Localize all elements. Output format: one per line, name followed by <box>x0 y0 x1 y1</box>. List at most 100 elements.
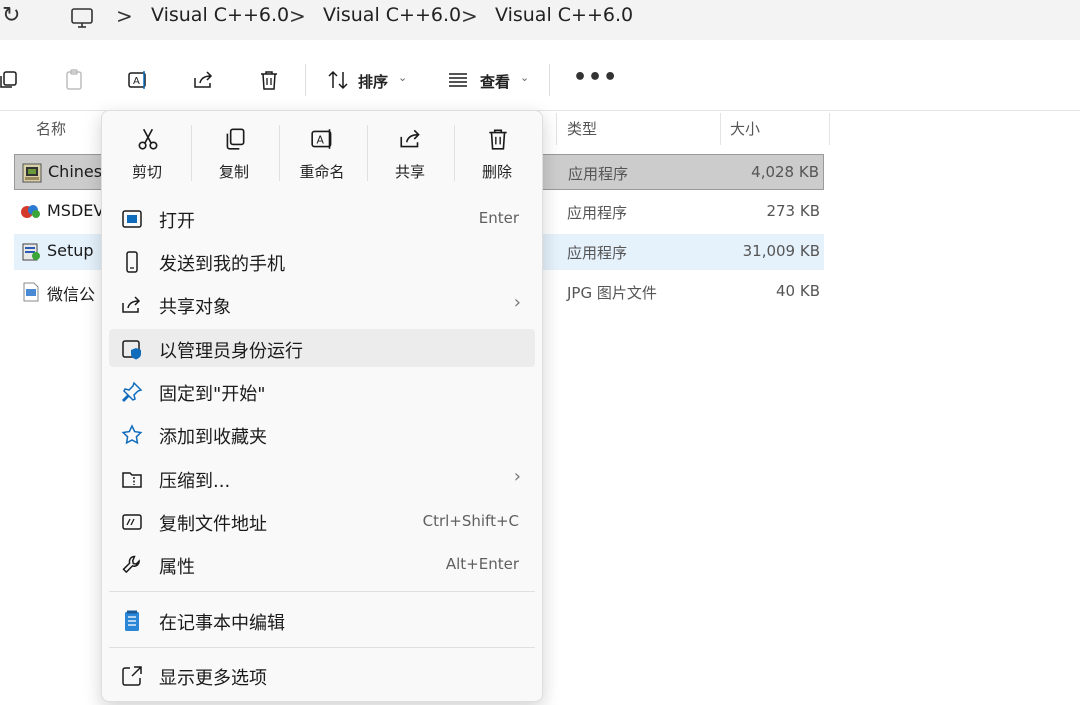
paste-icon[interactable] <box>62 68 86 92</box>
share-button[interactable]: 共享 <box>368 118 452 188</box>
menu-item-add-to-favorites[interactable]: 添加到收藏夹 <box>109 415 535 453</box>
open-icon <box>122 210 142 228</box>
menu-item-send-to-phone[interactable]: 发送到我的手机 <box>109 242 535 280</box>
menu-item-label: 复制文件地址 <box>159 514 267 535</box>
copy-path-icon <box>122 514 142 530</box>
setup-icon <box>22 243 40 261</box>
shortcut-text: Alt+Enter <box>445 555 519 573</box>
chevron-down-icon[interactable]: ⌄ <box>398 71 407 84</box>
column-header-name[interactable]: 名称 <box>36 118 66 139</box>
menu-item-properties[interactable]: 属性 Alt+Enter <box>109 545 535 583</box>
share-icon <box>400 129 420 148</box>
menu-item-label: 压缩到... <box>159 471 231 492</box>
file-type: 应用程序 <box>568 165 629 183</box>
menu-item-run-as-admin[interactable]: 以管理员身份运行 <box>109 329 535 367</box>
context-menu: 剪切 复制 A 重命名 共享 删除 打开 Enter 发送到我的手机 共享对象 … <box>101 110 543 702</box>
msdev-icon <box>21 205 40 218</box>
file-type: JPG 图片文件 <box>567 284 657 302</box>
file-name: Setup <box>47 241 94 260</box>
column-header-size[interactable]: 大小 <box>730 118 760 139</box>
zip-folder-icon <box>122 472 142 488</box>
admin-shield-icon <box>122 340 141 360</box>
file-size: 40 KB <box>776 282 820 300</box>
image-file-icon <box>23 282 39 302</box>
rename-icon[interactable]: A <box>127 68 151 92</box>
cut-label: 剪切 <box>131 163 162 181</box>
breadcrumb-chevron-icon[interactable]: > <box>116 4 133 28</box>
sort-button[interactable]: 排序 <box>358 71 388 92</box>
file-name: 微信公 <box>47 285 96 304</box>
shortcut-text: Enter <box>478 209 519 227</box>
chevron-right-icon: › <box>513 466 521 487</box>
menu-item-show-more-options[interactable]: 显示更多选项 <box>109 656 535 694</box>
svg-text:A: A <box>133 76 140 87</box>
menu-divider <box>109 647 535 648</box>
wrench-icon <box>122 555 140 574</box>
menu-item-label: 添加到收藏夹 <box>159 427 267 448</box>
menu-item-label: 共享对象 <box>159 297 231 318</box>
menu-item-label: 以管理员身份运行 <box>159 341 303 362</box>
refresh-icon[interactable]: ↻ <box>2 3 20 28</box>
column-divider[interactable] <box>556 113 557 145</box>
more-button[interactable]: ••• <box>573 65 618 90</box>
toolbar-divider <box>549 64 550 96</box>
breadcrumb-chevron-icon[interactable]: > <box>289 4 306 28</box>
delete-label: 删除 <box>481 163 512 181</box>
column-divider[interactable] <box>720 113 721 145</box>
star-icon <box>121 424 143 445</box>
cut-button[interactable]: 剪切 <box>105 118 189 188</box>
view-icon[interactable] <box>446 68 470 92</box>
column-header-type[interactable]: 类型 <box>567 118 597 139</box>
breadcrumb-item[interactable]: Visual C++6.0 <box>323 4 461 26</box>
chevron-down-icon[interactable]: ⌄ <box>520 71 529 84</box>
menu-item-label: 发送到我的手机 <box>159 254 285 275</box>
cut-icon <box>138 128 158 150</box>
menu-item-label: 打开 <box>159 211 195 232</box>
phone-icon <box>126 251 138 273</box>
breadcrumb-item[interactable]: Visual C++6.0 <box>151 4 289 26</box>
copy-button[interactable]: 复制 <box>192 118 276 188</box>
copy-label: 复制 <box>218 163 249 181</box>
menu-item-label: 显示更多选项 <box>159 668 267 689</box>
file-type: 应用程序 <box>567 204 628 222</box>
computer-icon[interactable] <box>70 6 94 30</box>
menu-item-edit-in-notepad[interactable]: 在记事本中编辑 <box>109 601 535 639</box>
breadcrumb-chevron-icon[interactable]: > <box>461 4 478 28</box>
share-icon <box>122 296 141 313</box>
svg-text:A: A <box>317 133 325 146</box>
notepad-icon <box>125 610 139 631</box>
breadcrumb-item[interactable]: Visual C++6.0 <box>495 4 633 26</box>
menu-divider <box>109 591 535 592</box>
copy-icon[interactable] <box>0 68 22 92</box>
menu-item-open[interactable]: 打开 Enter <box>109 199 535 237</box>
file-type: 应用程序 <box>567 244 628 262</box>
application-icon <box>22 163 42 183</box>
rename-button[interactable]: A 重命名 <box>280 118 364 188</box>
menu-item-share-with[interactable]: 共享对象 › <box>109 285 535 323</box>
rename-icon: A <box>311 129 332 149</box>
share-icon[interactable] <box>192 68 216 92</box>
address-bar: ↻ > Visual C++6.0 > Visual C++6.0 > Visu… <box>0 0 1080 40</box>
shortcut-text: Ctrl+Shift+C <box>422 512 519 530</box>
menu-item-copy-path[interactable]: 复制文件地址 Ctrl+Shift+C <box>109 502 535 540</box>
delete-button[interactable]: 删除 <box>455 118 539 188</box>
file-name: Chines <box>48 162 103 181</box>
pin-icon <box>121 381 143 403</box>
file-size: 273 KB <box>766 202 820 220</box>
menu-item-label: 在记事本中编辑 <box>159 613 285 634</box>
chevron-right-icon: › <box>513 292 521 313</box>
delete-icon[interactable] <box>257 68 281 92</box>
file-name: MSDEV <box>47 201 105 220</box>
file-size: 4,028 KB <box>751 163 819 181</box>
file-size: 31,009 KB <box>742 242 820 260</box>
column-divider[interactable] <box>829 113 830 145</box>
menu-item-compress-to[interactable]: 压缩到... › <box>109 459 535 497</box>
sort-icon[interactable] <box>326 68 350 92</box>
copy-icon <box>226 128 245 150</box>
menu-item-label: 属性 <box>159 557 195 578</box>
menu-item-label: 固定到"开始" <box>159 384 266 405</box>
view-button[interactable]: 查看 <box>480 71 510 92</box>
delete-icon <box>489 129 507 150</box>
rename-label: 重命名 <box>299 163 345 181</box>
menu-item-pin-to-start[interactable]: 固定到"开始" <box>109 372 535 410</box>
